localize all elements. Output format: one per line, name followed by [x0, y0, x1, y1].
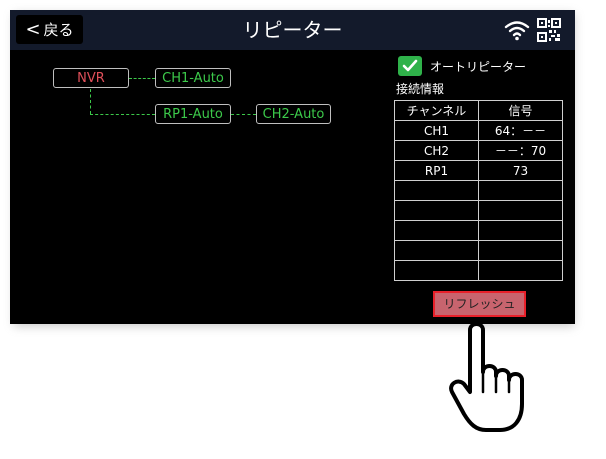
cell-signal	[478, 180, 563, 201]
table-row: CH1 64：－－	[394, 120, 563, 141]
node-rp1: RP1-Auto	[155, 104, 231, 124]
cell-signal: －－：70	[478, 140, 563, 161]
table-row	[394, 220, 563, 241]
cell-channel	[394, 240, 479, 261]
auto-repeater-label: オートリピーター	[430, 60, 527, 74]
node-ch2: CH2-Auto	[256, 104, 331, 124]
cell-channel	[394, 200, 479, 221]
table-header-row: チャンネル 信号	[394, 100, 563, 121]
cell-channel	[394, 260, 479, 281]
link-rp1-ch2	[231, 114, 256, 115]
table-row	[394, 240, 563, 261]
connection-table: チャンネル 信号 CH1 64：－－ CH2 －－：70 RP1 73	[394, 100, 563, 281]
link-nvr-rp1	[90, 114, 155, 115]
cell-signal	[478, 220, 563, 241]
cell-signal: 64：－－	[478, 120, 563, 141]
table-row: CH2 －－：70	[394, 140, 563, 161]
node-nvr: NVR	[53, 68, 129, 88]
connection-info-title: 接続情報	[396, 82, 445, 96]
device-screen: < 戻る リピーター NVR CH1-Auto RP1-Auto CH2-Aut…	[10, 10, 575, 324]
wifi-icon[interactable]	[504, 19, 530, 41]
cell-signal: 73	[478, 160, 563, 181]
pointing-hand-icon	[449, 322, 524, 432]
column-header-channel: チャンネル	[394, 100, 479, 121]
table-row	[394, 180, 563, 201]
cell-channel: CH2	[394, 140, 479, 161]
cell-channel	[394, 180, 479, 201]
cell-signal	[478, 240, 563, 261]
check-icon	[402, 59, 418, 72]
qr-code-icon[interactable]	[537, 18, 561, 42]
auto-repeater-checkbox[interactable]	[398, 56, 422, 76]
cell-channel: RP1	[394, 160, 479, 181]
table-row: RP1 73	[394, 160, 563, 181]
cell-channel: CH1	[394, 120, 479, 141]
cell-signal	[478, 260, 563, 281]
table-row	[394, 200, 563, 221]
cell-signal	[478, 200, 563, 221]
column-header-signal: 信号	[478, 100, 563, 121]
link-nvr-down	[90, 89, 91, 114]
page-title: リピーター	[242, 18, 343, 42]
link-nvr-ch1	[129, 78, 155, 79]
table-row	[394, 260, 563, 281]
node-ch1: CH1-Auto	[155, 68, 231, 88]
header-bar: < 戻る リピーター	[10, 10, 575, 50]
cell-channel	[394, 220, 479, 241]
